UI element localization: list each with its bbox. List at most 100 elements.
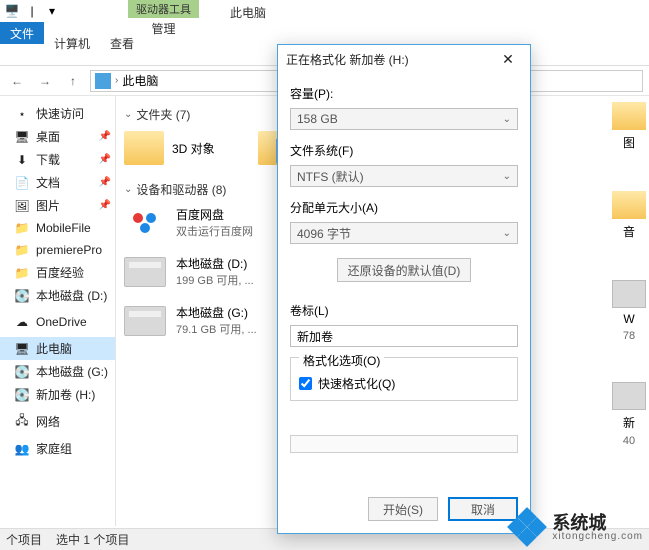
chevron-right-icon: › <box>115 75 118 86</box>
drive-icon: 💽 <box>14 288 30 304</box>
restore-defaults-button[interactable]: 还原设备的默认值(D) <box>337 258 472 282</box>
volume-label-input[interactable] <box>290 325 518 347</box>
label: 图 <box>623 134 635 151</box>
dialog-title: 正在格式化 新加卷 (H:) <box>286 51 409 68</box>
folder-pictures-partial[interactable]: 图 <box>612 102 646 151</box>
device-label: 百度网盘 <box>176 206 253 223</box>
drive-new-partial[interactable]: 新 40 <box>612 382 646 447</box>
filesystem-label: 文件系统(F) <box>290 142 518 159</box>
watermark-logo: 系统城 xitongcheng.com <box>510 510 643 546</box>
folder-icon <box>612 191 646 219</box>
format-options-title: 格式化选项(O) <box>299 352 384 369</box>
tab-manage[interactable]: 管理 <box>141 18 185 39</box>
drive-icon <box>124 257 166 287</box>
download-icon: ⬇ <box>14 152 30 168</box>
drive-icon <box>124 306 166 336</box>
cancel-button[interactable]: 取消 <box>448 497 518 521</box>
quick-format-checkbox[interactable]: 快速格式化(Q) <box>299 375 509 392</box>
sidebar-item-label: 图片 <box>36 197 60 214</box>
sidebar-item-desktop[interactable]: 🖥桌面📌 <box>0 125 115 148</box>
sidebar-onedrive[interactable]: ☁OneDrive <box>0 311 115 333</box>
chevron-down-icon: ⌄ <box>124 109 132 120</box>
dialog-footer: 开始(S) 取消 <box>278 489 530 533</box>
right-strip: 图 音 W 78 新 40 <box>609 96 649 526</box>
sidebar-item-drive-d[interactable]: 💽本地磁盘 (D:) <box>0 284 115 307</box>
close-button[interactable]: ✕ <box>494 45 522 73</box>
capacity-select[interactable]: 158 GB ⌄ <box>290 108 518 130</box>
sidebar-this-pc[interactable]: 🖥 此电脑 <box>0 337 115 360</box>
nav-back-icon[interactable]: ← <box>6 70 28 92</box>
sidebar-item-drive-h[interactable]: 💽新加卷 (H:) <box>0 383 115 406</box>
sidebar-item-label: premierePro <box>36 243 102 257</box>
sidebar-item-documents[interactable]: 📄文档📌 <box>0 171 115 194</box>
folder-music-partial[interactable]: 音 <box>612 191 646 240</box>
quick-format-label: 快速格式化(Q) <box>318 375 395 392</box>
sub: 40 <box>623 435 635 447</box>
pin-icon: 📌 <box>99 154 111 165</box>
qat-separator: | <box>24 3 40 19</box>
drive-icon <box>612 280 646 308</box>
capacity-value: 158 GB <box>297 112 338 126</box>
sidebar-item-label: 此电脑 <box>36 340 72 357</box>
allocation-value: 4096 字节 <box>297 225 351 242</box>
sidebar-item-mobilefile[interactable]: 📁MobileFile <box>0 217 115 239</box>
qat-dropdown-icon[interactable]: ▾ <box>44 3 60 19</box>
logo-icon <box>510 510 546 546</box>
desktop-icon: 🖥 <box>14 129 30 145</box>
drive-icon: 💽 <box>14 387 30 403</box>
sidebar-network[interactable]: 🖧网络 <box>0 410 115 433</box>
drive-windows-partial[interactable]: W 78 <box>612 280 646 342</box>
sidebar-item-label: 百度经验 <box>36 264 84 281</box>
sidebar-item-baidu-exp[interactable]: 📁百度经验 <box>0 261 115 284</box>
status-selection: 选中 1 个项目 <box>56 531 129 548</box>
filesystem-select[interactable]: NTFS (默认) ⌄ <box>290 165 518 187</box>
sidebar-item-premierepro[interactable]: 📁premierePro <box>0 239 115 261</box>
sidebar-item-downloads[interactable]: ⬇ 下载 📌 <box>0 148 115 171</box>
star-icon: ⋆ <box>14 106 30 122</box>
sub: 78 <box>623 330 635 342</box>
folder-icon: 📁 <box>14 220 30 236</box>
sidebar-item-label: 文档 <box>36 174 60 191</box>
chevron-down-icon: ⌄ <box>503 171 511 182</box>
sidebar-quick-access[interactable]: ⋆ 快速访问 <box>0 102 115 125</box>
drive-label: 本地磁盘 (D:) <box>176 255 254 272</box>
sidebar-item-label: 快速访问 <box>36 105 84 122</box>
pc-icon: 🖥 <box>14 341 30 357</box>
label: 新 <box>623 414 635 431</box>
sidebar-item-label: 下载 <box>36 151 60 168</box>
pc-icon: 🖥️ <box>4 3 20 19</box>
format-options-group: 格式化选项(O) 快速格式化(Q) <box>290 357 518 401</box>
label: W <box>623 312 634 326</box>
homegroup-icon: 👥 <box>14 441 30 457</box>
dialog-titlebar: 正在格式化 新加卷 (H:) ✕ <box>278 45 530 73</box>
logo-text: 系统城 <box>552 514 643 532</box>
nav-up-icon[interactable]: ↑ <box>62 70 84 92</box>
logo-url: xitongcheng.com <box>552 532 643 542</box>
start-button[interactable]: 开始(S) <box>368 497 438 521</box>
drive-sub: 79.1 GB 可用, ... <box>176 321 257 337</box>
sidebar-item-label: 家庭组 <box>36 440 72 457</box>
folder-3d-objects[interactable]: 3D 对象 <box>124 131 234 165</box>
breadcrumb-location[interactable]: 此电脑 <box>122 72 158 89</box>
tab-computer[interactable]: 计算机 <box>44 35 100 52</box>
drive-label: 本地磁盘 (G:) <box>176 304 257 321</box>
section-title: 文件夹 (7) <box>136 106 190 123</box>
chevron-down-icon: ⌄ <box>503 114 511 125</box>
file-tab[interactable]: 文件 <box>0 22 44 44</box>
window-title: 此电脑 <box>230 4 266 21</box>
format-progress-bar <box>290 435 518 453</box>
quick-format-input[interactable] <box>299 377 312 390</box>
status-items: 个项目 <box>6 531 42 548</box>
sidebar-homegroup[interactable]: 👥 家庭组 <box>0 437 115 460</box>
section-title: 设备和驱动器 (8) <box>136 181 226 198</box>
volume-label-label: 卷标(L) <box>290 302 518 319</box>
sidebar-item-pictures[interactable]: 🖼图片📌 <box>0 194 115 217</box>
nav-forward-icon[interactable]: → <box>34 70 56 92</box>
drive-sub: 199 GB 可用, ... <box>176 272 254 288</box>
context-tab-group: 驱动器工具 <box>128 0 199 18</box>
format-dialog: 正在格式化 新加卷 (H:) ✕ 容量(P): 158 GB⌄ 文件系统(F) … <box>277 44 531 534</box>
network-icon: 🖧 <box>14 414 30 430</box>
filesystem-value: NTFS (默认) <box>297 168 364 185</box>
allocation-select[interactable]: 4096 字节⌄ <box>290 222 518 244</box>
sidebar-item-drive-g[interactable]: 💽本地磁盘 (G:) <box>0 360 115 383</box>
